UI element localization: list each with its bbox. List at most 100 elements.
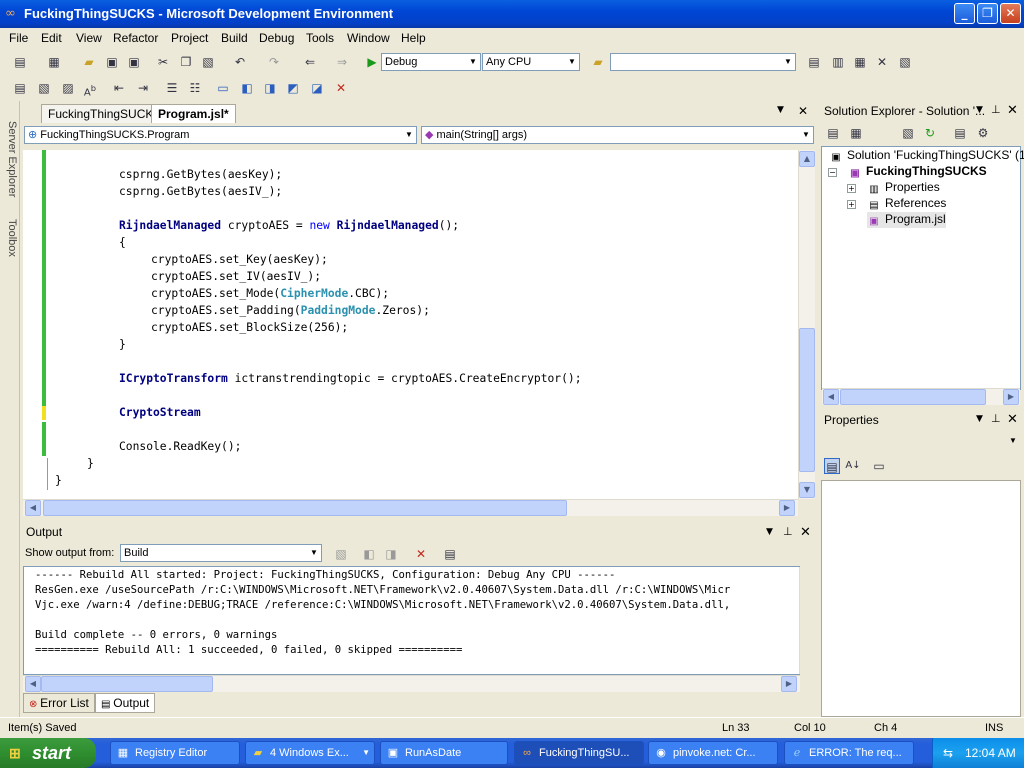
class-diagram-icon[interactable]: ⚙	[975, 125, 991, 141]
auto-hide-pin-icon[interactable]: ⊥	[991, 103, 1001, 116]
previous-bookmark-folder-icon[interactable]: ◩	[285, 80, 301, 96]
solution-horizontal-scrollbar[interactable]: ◀ ▶	[822, 388, 1020, 405]
output-horizontal-scrollbar[interactable]: ◀ ▶	[23, 675, 800, 692]
properties-window-icon[interactable]: ▥	[830, 54, 846, 70]
start-debug-icon[interactable]: ▶	[364, 54, 380, 70]
menu-project[interactable]: Project	[171, 31, 208, 45]
solution-platform-combo[interactable]: Any CPU ▼	[482, 53, 580, 71]
categorized-icon[interactable]: ▤	[824, 458, 840, 474]
parameter-info-icon[interactable]: ▧	[36, 80, 52, 96]
find-in-files-icon[interactable]: ▰	[590, 54, 606, 70]
menu-window[interactable]: Window	[347, 31, 390, 45]
find-combo[interactable]: ▼	[610, 53, 796, 71]
scroll-right-icon[interactable]: ▶	[1003, 389, 1019, 405]
navigate-back-icon[interactable]: ⇐	[302, 54, 318, 70]
tab-output[interactable]: ▤ Output	[95, 693, 156, 713]
class-combo[interactable]: ⊕ FuckingThingSUCKS.Program ▼	[24, 126, 417, 144]
network-icon[interactable]: ⇆	[943, 746, 953, 760]
object-browser-icon[interactable]: ▦	[852, 54, 868, 70]
tree-project-node[interactable]: ▣ FuckingThingSUCKS	[848, 164, 986, 180]
other-windows-icon[interactable]: ▧	[897, 54, 913, 70]
minimize-button[interactable]: _	[954, 3, 975, 24]
scroll-up-icon[interactable]: ▲	[799, 151, 815, 167]
scroll-left-icon[interactable]: ◀	[25, 676, 41, 692]
task-windows-explorer[interactable]: ▰ 4 Windows Ex... ▼	[245, 741, 375, 765]
quick-info-icon[interactable]: ▨	[60, 80, 76, 96]
member-combo[interactable]: ◆ main(String[] args) ▼	[421, 126, 814, 144]
output-source-combo[interactable]: Build ▼	[120, 544, 322, 562]
property-grid[interactable]	[821, 480, 1021, 717]
tree-item-references[interactable]: ▤ References	[867, 196, 946, 212]
property-pages-icon[interactable]: ▭	[871, 458, 887, 474]
solution-explorer-icon[interactable]: ▤	[806, 54, 822, 70]
window-position-icon[interactable]: ▼	[976, 105, 983, 115]
close-panel-icon[interactable]: ✕	[1007, 412, 1018, 427]
save-icon[interactable]: ▣	[104, 54, 120, 70]
alphabetical-icon[interactable]: A↓	[845, 458, 861, 474]
open-folder-icon[interactable]: ▰	[81, 54, 97, 70]
next-bookmark-folder-icon[interactable]: ◪	[309, 80, 325, 96]
refresh-icon[interactable]: ↻	[922, 125, 938, 141]
show-all-files-icon[interactable]: ▦	[848, 125, 864, 141]
complete-word-icon[interactable]: Ab	[82, 80, 98, 98]
close-panel-icon[interactable]: ✕	[1007, 103, 1018, 118]
scroll-right-icon[interactable]: ▶	[779, 500, 795, 516]
navigate-forward-icon[interactable]: ⇒	[334, 54, 350, 70]
close-button[interactable]: ✕	[1000, 3, 1021, 24]
next-message-icon[interactable]: ◨	[383, 546, 399, 562]
find-message-icon[interactable]: ▧	[333, 546, 349, 562]
window-position-icon[interactable]: ▼	[766, 527, 773, 537]
menu-help[interactable]: Help	[401, 31, 426, 45]
undo-icon[interactable]: ↶	[232, 54, 248, 70]
copy-icon[interactable]: ❐	[178, 54, 194, 70]
editor-vertical-scrollbar[interactable]: ▲ ▼	[798, 150, 815, 499]
toolbox-icon[interactable]: ✕	[874, 54, 890, 70]
auto-hide-pin-icon[interactable]: ⊥	[783, 525, 793, 538]
tree-item-program-jsl[interactable]: ▣ Program.jsl	[867, 212, 946, 228]
view-code-icon[interactable]: ▤	[952, 125, 968, 141]
close-panel-icon[interactable]: ✕	[800, 525, 811, 540]
previous-bookmark-icon[interactable]: ◧	[239, 80, 255, 96]
server-explorer-tab[interactable]: Server Explorer	[2, 121, 18, 197]
paste-icon[interactable]: ▧	[200, 54, 216, 70]
tab-program-jsl[interactable]: Program.jsl*	[151, 104, 236, 123]
scroll-thumb[interactable]	[43, 500, 567, 516]
solution-config-combo[interactable]: Debug ▼	[381, 53, 481, 71]
toggle-bookmark-icon[interactable]: ▭	[215, 80, 231, 96]
menu-view[interactable]: View	[76, 31, 102, 45]
save-all-icon[interactable]: ▣	[126, 54, 142, 70]
auto-hide-pin-icon[interactable]: ⊥	[991, 412, 1001, 425]
scroll-left-icon[interactable]: ◀	[823, 389, 839, 405]
menu-build[interactable]: Build	[221, 31, 248, 45]
window-position-icon[interactable]: ▼	[976, 414, 983, 424]
properties-icon[interactable]: ▤	[825, 125, 841, 141]
expand-icon[interactable]: +	[847, 200, 856, 209]
decrease-indent-icon[interactable]: ⇤	[111, 80, 127, 96]
menu-refactor[interactable]: Refactor	[113, 31, 158, 45]
copy-website-icon[interactable]: ▧	[900, 125, 916, 141]
task-devenv[interactable]: ∞ FuckingThingSU...	[514, 741, 644, 765]
uncomment-icon[interactable]: ☷	[187, 80, 203, 96]
output-text[interactable]: ------ Rebuild All started: Project: Fuc…	[23, 566, 800, 675]
menu-file[interactable]: File	[9, 31, 28, 45]
task-error-page[interactable]: ℯ ERROR: The req...	[784, 741, 914, 765]
active-files-icon[interactable]: ▼	[777, 105, 784, 115]
menu-tools[interactable]: Tools	[306, 31, 334, 45]
comment-icon[interactable]: ☰	[164, 80, 180, 96]
tab-fuckingthingsucks[interactable]: FuckingThingSUCKS	[41, 104, 169, 123]
close-document-icon[interactable]: ✕	[798, 104, 808, 118]
redo-icon[interactable]: ↷	[266, 54, 282, 70]
object-selector-combo[interactable]: ▼	[821, 432, 1021, 450]
tab-error-list[interactable]: ⊗ Error List	[23, 693, 95, 713]
editor-horizontal-scrollbar[interactable]: ◀ ▶	[23, 499, 798, 516]
task-pinvoke[interactable]: ◉ pinvoke.net: Cr...	[648, 741, 778, 765]
scroll-thumb[interactable]	[840, 389, 986, 405]
code-editor[interactable]: csprng.GetBytes(aesKey); csprng.GetBytes…	[23, 150, 798, 499]
clear-all-icon[interactable]: ✕	[413, 546, 429, 562]
task-registry-editor[interactable]: ▦ Registry Editor	[110, 741, 240, 765]
previous-message-icon[interactable]: ◧	[361, 546, 377, 562]
clock[interactable]: 12:04 AM	[965, 746, 1016, 760]
tree-solution-node[interactable]: ▣Solution 'FuckingThingSUCKS' (1 pro	[829, 148, 1024, 164]
cut-icon[interactable]: ✂	[155, 54, 171, 70]
start-button[interactable]: ⊞ start	[0, 738, 96, 768]
